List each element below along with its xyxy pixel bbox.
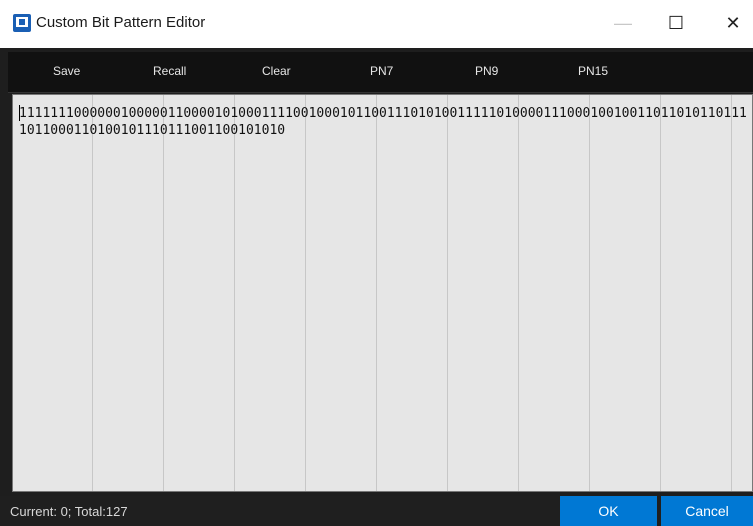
pn7-button[interactable]: PN7: [370, 64, 393, 78]
status-text: Current: 0; Total:127: [10, 504, 128, 519]
window-title: Custom Bit Pattern Editor: [36, 14, 206, 31]
grid-line: [92, 95, 93, 491]
app-icon: [13, 14, 31, 32]
title-bar: Custom Bit Pattern Editor — ☐ ✕: [0, 0, 753, 48]
minimize-button[interactable]: —: [603, 8, 643, 38]
pn15-button[interactable]: PN15: [578, 64, 608, 78]
grid-line: [163, 95, 164, 491]
grid-line: [447, 95, 448, 491]
bit-pattern-editor-window: Custom Bit Pattern Editor — ☐ ✕ Save Rec…: [0, 0, 753, 526]
grid-line: [731, 95, 732, 491]
clear-button[interactable]: Clear: [262, 64, 291, 78]
ok-button[interactable]: OK: [560, 496, 657, 526]
bit-pattern-text[interactable]: 1111111000000100000110000101000111100100…: [19, 105, 749, 139]
pn9-button[interactable]: PN9: [475, 64, 498, 78]
recall-button[interactable]: Recall: [153, 64, 186, 78]
grid-line: [376, 95, 377, 491]
text-cursor: [19, 105, 20, 121]
maximize-button[interactable]: ☐: [656, 8, 696, 38]
grid-line: [305, 95, 306, 491]
save-button[interactable]: Save: [53, 64, 80, 78]
grid-line: [518, 95, 519, 491]
grid-line: [589, 95, 590, 491]
grid-line: [234, 95, 235, 491]
toolbar: Save Recall Clear PN7 PN9 PN15: [8, 52, 753, 93]
bit-pattern-editor[interactable]: 1111111000000100000110000101000111100100…: [12, 94, 753, 492]
grid-line: [660, 95, 661, 491]
close-button[interactable]: ✕: [713, 8, 753, 38]
cancel-button[interactable]: Cancel: [661, 496, 753, 526]
